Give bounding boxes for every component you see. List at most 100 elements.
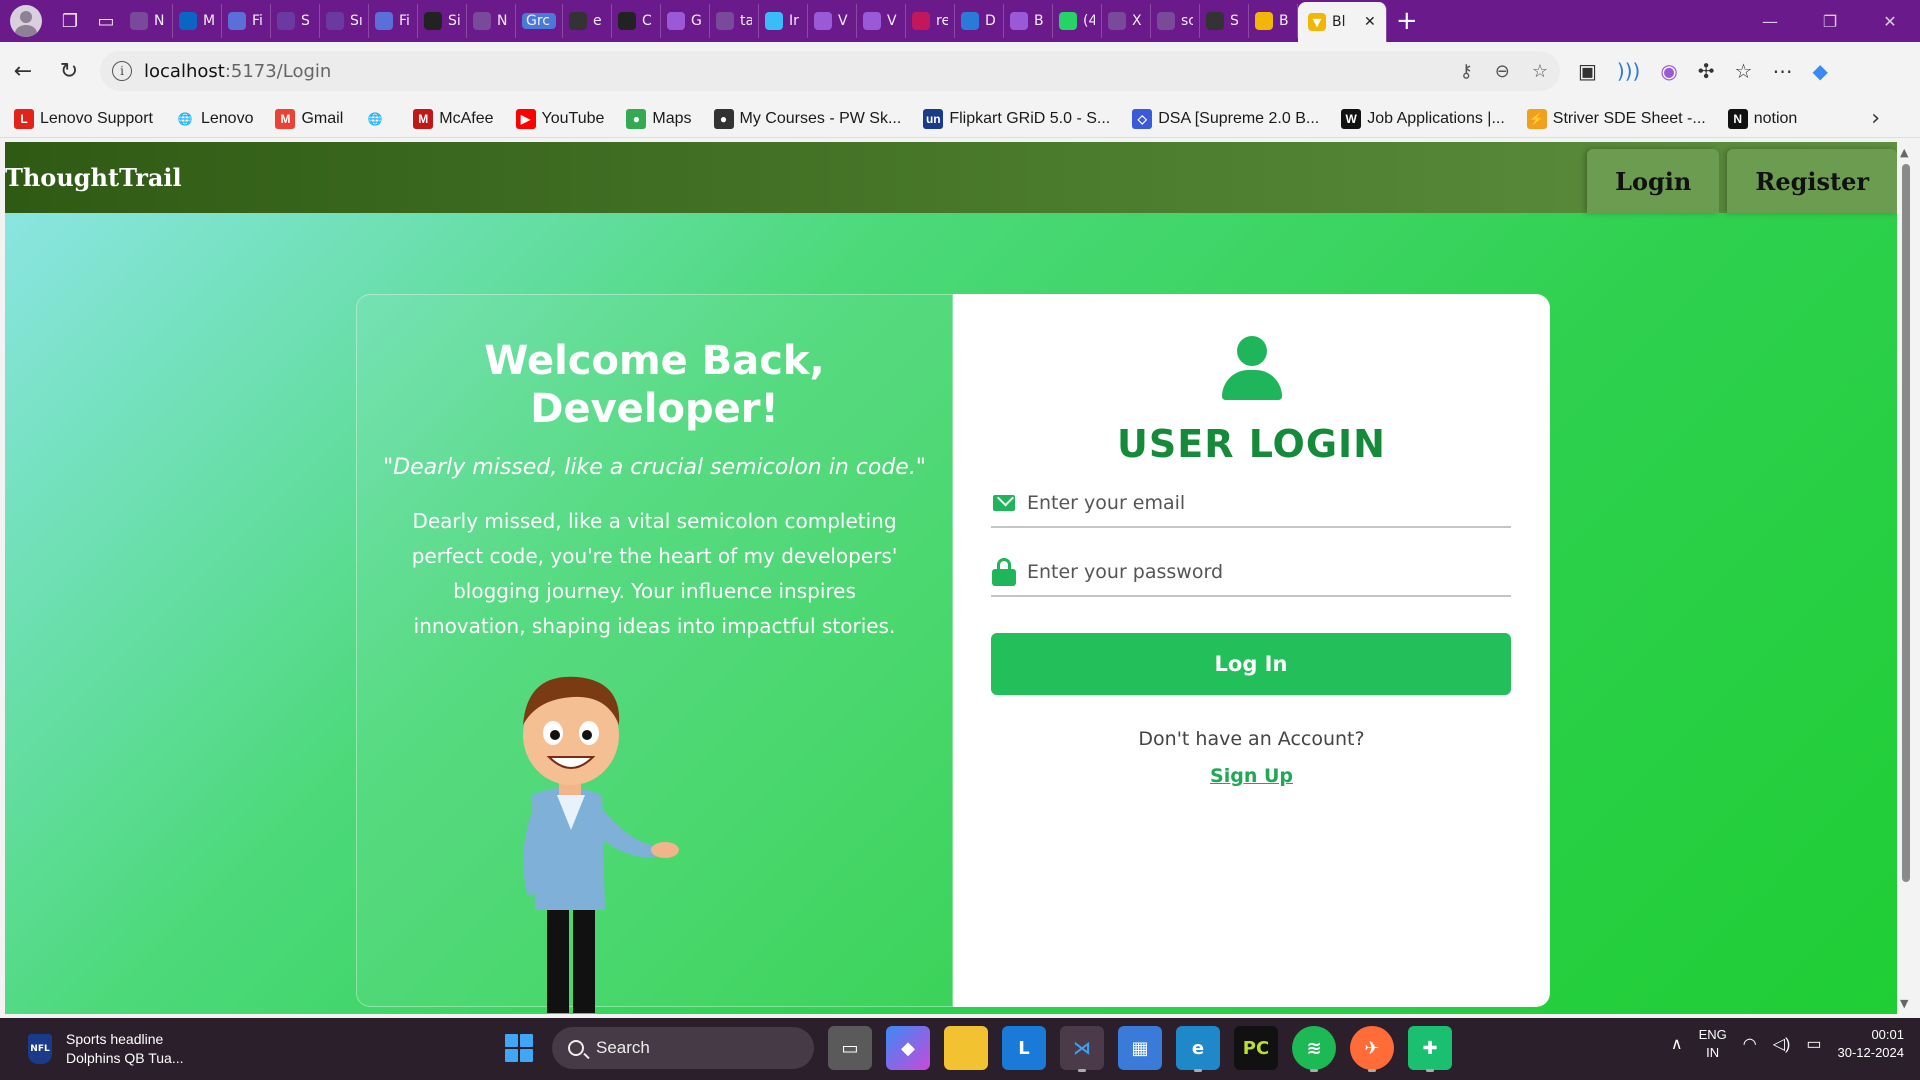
login-button[interactable]: Log In: [991, 633, 1511, 695]
bookmark-item[interactable]: 🌐 Lenovo: [175, 109, 254, 129]
profile-avatar[interactable]: [10, 5, 42, 37]
bookmark-label: Striver SDE Sheet -...: [1552, 109, 1706, 127]
extensions-icon[interactable]: ✣: [1698, 59, 1715, 83]
clock[interactable]: 00:01 30-12-2024: [1838, 1026, 1905, 1062]
copilot-icon[interactable]: ◆: [1812, 59, 1827, 83]
scroll-down-icon[interactable]: ▼: [1900, 997, 1908, 1010]
taskbar-search[interactable]: Search: [552, 1027, 814, 1069]
minimize-icon[interactable]: —: [1740, 12, 1800, 31]
tab-item[interactable]: dots-icon e: [563, 4, 612, 38]
tab-item[interactable]: vite-icon V: [808, 4, 857, 38]
scrollbar-thumb[interactable]: [1902, 164, 1910, 882]
copilot-app-icon[interactable]: ◆: [886, 1026, 930, 1070]
battery-icon[interactable]: ▭: [1806, 1034, 1821, 1054]
tab-item[interactable]: Grc: [516, 4, 563, 38]
refresh-icon[interactable]: ↻: [46, 51, 92, 91]
scroll-up-icon[interactable]: ▲: [1900, 146, 1908, 159]
vscode-icon[interactable]: ⋊: [1060, 1026, 1104, 1072]
tab-item[interactable]: whatsapp-icon (4: [1053, 4, 1102, 38]
tab-item[interactable]: page-icon N: [467, 4, 516, 38]
bookmark-item[interactable]: ⚡ Striver SDE Sheet -...: [1526, 108, 1706, 129]
tab-item[interactable]: list-icon Sı: [320, 4, 369, 38]
tab-item[interactable]: vite-icon B: [1249, 4, 1298, 38]
sign-up-link[interactable]: Sign Up: [953, 765, 1550, 787]
tab-item[interactable]: vite-icon G: [661, 4, 710, 38]
game-app-icon[interactable]: ✚: [1408, 1026, 1452, 1072]
app-navbar: ThoughtTrail Login Register: [5, 142, 1897, 213]
more-bookmarks-chevron-icon[interactable]: ›: [1871, 106, 1880, 131]
extension-brain-icon[interactable]: ◉: [1660, 59, 1677, 83]
edge-browser-icon[interactable]: e: [1176, 1026, 1220, 1072]
doc-icon: doc-icon: [228, 12, 246, 30]
volume-icon[interactable]: ◁): [1773, 1034, 1791, 1054]
bookmark-item[interactable]: W Job Applications |...: [1341, 108, 1505, 129]
spotify-icon[interactable]: ≋: [1292, 1026, 1336, 1072]
tab-item[interactable]: edge-icon D: [955, 4, 1004, 38]
welcome-quote: "Dearly missed, like a crucial semicolon…: [383, 455, 926, 480]
nav-register-link[interactable]: Register: [1727, 149, 1897, 213]
back-icon[interactable]: ←: [0, 51, 46, 91]
tab-item[interactable]: doc-icon Fi: [222, 4, 271, 38]
close-window-icon[interactable]: ✕: [1860, 12, 1920, 31]
split-screen-icon[interactable]: ▣: [1578, 59, 1597, 83]
bookmark-item[interactable]: ▶ YouTube: [515, 108, 604, 129]
tab-title: M: [203, 13, 215, 29]
close-tab-icon[interactable]: ✕: [1364, 14, 1376, 30]
new-tab-button[interactable]: +: [1387, 6, 1427, 36]
start-icon[interactable]: [498, 1028, 538, 1068]
wifi-icon[interactable]: ◠: [1743, 1034, 1757, 1054]
bookmark-item[interactable]: un Flipkart GRiD 5.0 - S...: [923, 108, 1110, 129]
tray-overflow-icon[interactable]: ∧: [1671, 1034, 1683, 1054]
favorite-star-icon[interactable]: ☆: [1532, 61, 1548, 82]
bookmark-item[interactable]: M McAfee: [413, 108, 494, 129]
news-widget[interactable]: NFL Sports headline Dolphins QB Tua...: [28, 1030, 328, 1068]
tab-item[interactable]: search-icon ta: [710, 4, 759, 38]
tab-item[interactable]: github-icon Si: [418, 4, 467, 38]
site-info-icon[interactable]: i: [112, 61, 132, 81]
bookmark-item[interactable]: Nnotion: [1727, 108, 1797, 129]
brand-logo[interactable]: ThoughtTrail: [5, 163, 182, 192]
pycharm-icon[interactable]: PC: [1234, 1026, 1278, 1070]
read-aloud-icon[interactable]: ))): [1617, 59, 1640, 83]
restore-icon[interactable]: ❐: [1800, 12, 1860, 31]
tab-item[interactable]: list-icon S: [271, 4, 320, 38]
tab-item[interactable]: openai-icon C: [612, 4, 661, 38]
workspaces-icon[interactable]: ❐: [52, 5, 88, 37]
vertical-tabs-icon[interactable]: ▭: [88, 5, 124, 37]
tab-item[interactable]: n-icon re: [906, 4, 955, 38]
tab-item[interactable]: search-icon X: [1102, 4, 1151, 38]
tab-item[interactable]: search-icon sc: [1151, 4, 1200, 38]
email-input[interactable]: [1027, 492, 1497, 514]
tab-item[interactable]: dots-icon S: [1200, 4, 1249, 38]
file-explorer-icon[interactable]: [944, 1026, 988, 1070]
tab-item[interactable]: vite-icon B: [1004, 4, 1053, 38]
tab-item[interactable]: linkedin-icon M: [173, 4, 222, 38]
more-menu-icon[interactable]: ⋯: [1772, 59, 1792, 83]
lenovo-app-icon[interactable]: L: [1002, 1026, 1046, 1070]
postman-icon[interactable]: ✈: [1350, 1026, 1394, 1072]
n-icon: n-icon: [912, 12, 930, 30]
favorites-icon[interactable]: ☆: [1735, 59, 1753, 83]
task-view-icon[interactable]: ▭: [828, 1026, 872, 1070]
store-icon[interactable]: ▦: [1118, 1026, 1162, 1070]
zoom-icon[interactable]: ⊖: [1495, 61, 1510, 82]
bookmark-item[interactable]: ● My Courses - PW Sk...: [713, 108, 901, 129]
bookmark-item[interactable]: L Lenovo Support: [14, 108, 153, 129]
tab-item[interactable]: page-icon N: [124, 4, 173, 38]
bookmark-label: McAfee: [439, 109, 494, 127]
bookmark-item[interactable]: ● Maps: [626, 108, 692, 129]
bookmark-item[interactable]: ◇ DSA [Supreme 2.0 B...: [1132, 108, 1319, 129]
key-icon[interactable]: ⚷: [1460, 61, 1473, 82]
language-indicator[interactable]: ENG IN: [1699, 1026, 1727, 1062]
address-bar[interactable]: i localhost:5173/Login ⚷ ⊖ ☆: [100, 51, 1560, 91]
page-scrollbar[interactable]: ▲ ▼: [1897, 142, 1915, 1014]
tab-item[interactable]: vite-icon V: [857, 4, 906, 38]
tab-title: B: [1034, 13, 1044, 29]
tab-item[interactable]: tailwind-icon Ir: [759, 4, 808, 38]
nav-login-link[interactable]: Login: [1587, 149, 1720, 213]
bookmark-item[interactable]: 🌐: [365, 109, 391, 129]
password-input[interactable]: [1027, 561, 1497, 583]
bookmark-item[interactable]: M Gmail: [275, 108, 343, 129]
tab-item[interactable]: doc-icon Fi: [369, 4, 418, 38]
tab-active[interactable]: ▼ Bl ✕: [1298, 2, 1387, 42]
